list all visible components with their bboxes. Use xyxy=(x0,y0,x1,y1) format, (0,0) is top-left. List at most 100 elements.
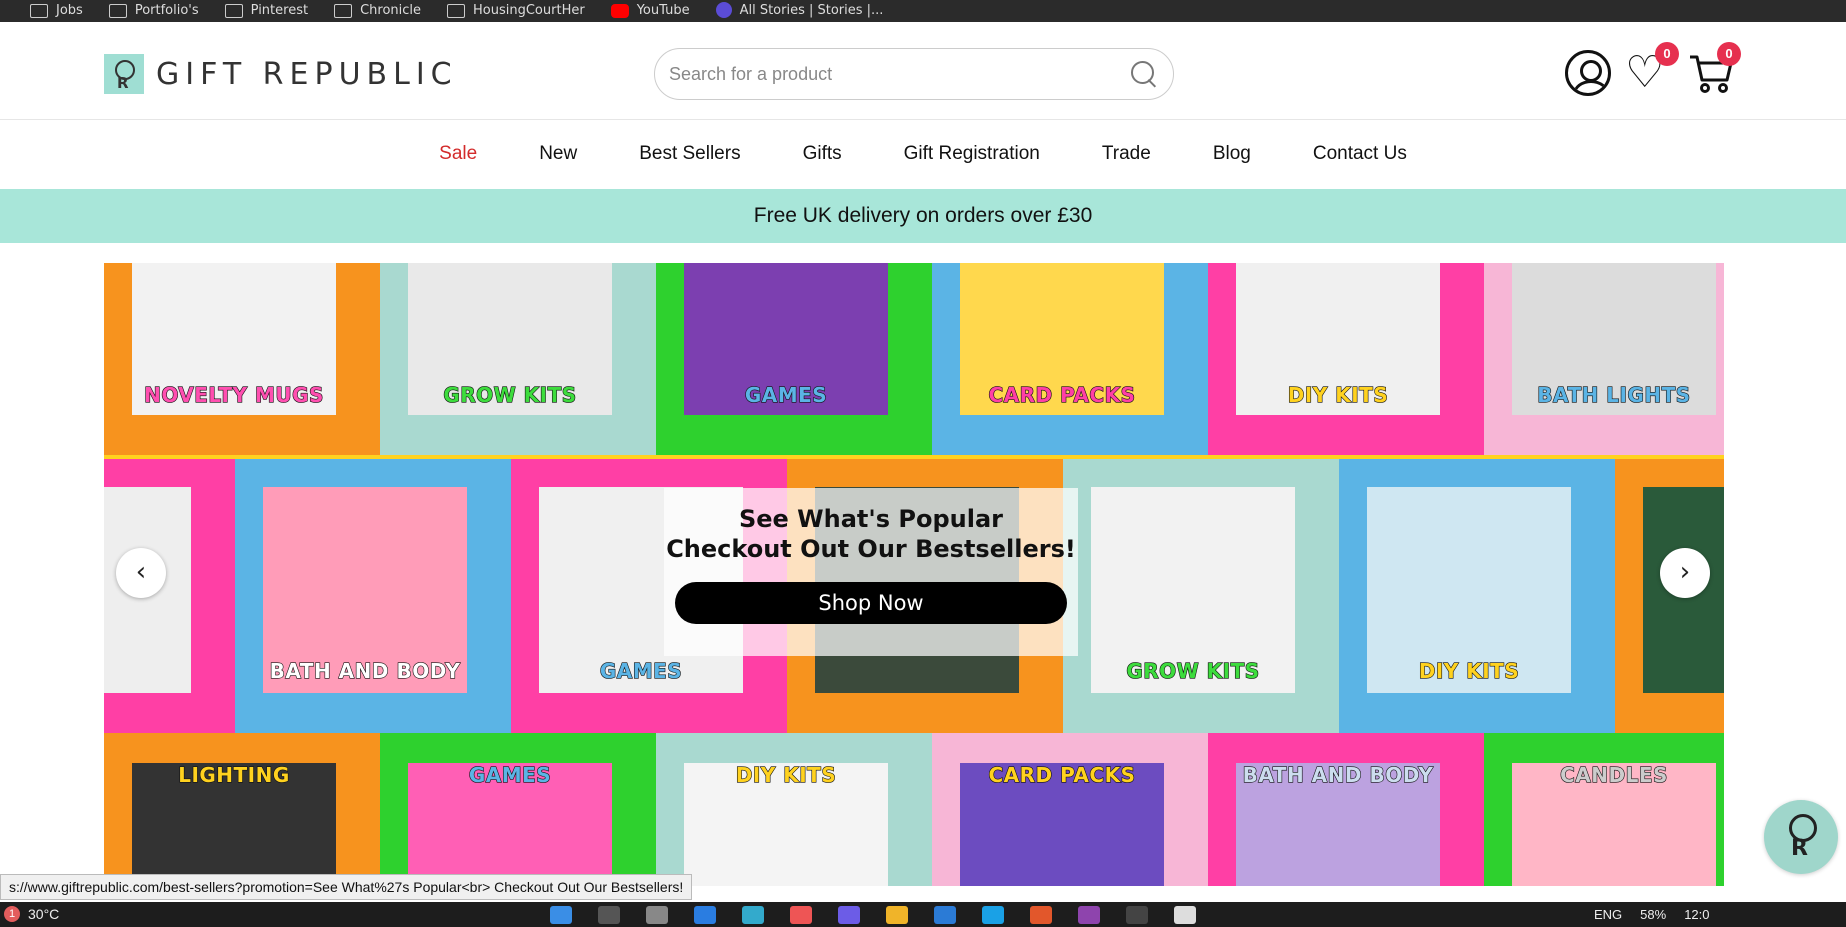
category-tile[interactable] xyxy=(104,459,235,737)
nav-item-contact-us[interactable]: Contact Us xyxy=(1282,143,1438,165)
category-tile[interactable]: GAMES xyxy=(380,733,656,886)
category-tile[interactable]: CARD PACKS xyxy=(932,733,1208,886)
store-icon[interactable] xyxy=(694,906,716,924)
nav-item-best-sellers[interactable]: Best Sellers xyxy=(608,143,771,165)
nav-item-sale[interactable]: Sale xyxy=(408,143,508,165)
folder-icon xyxy=(447,3,466,18)
category-tile-label: DIY KITS xyxy=(1418,658,1520,683)
bookmarks-bar: Jobs Portfolio's Pinterest Chronicle Hou… xyxy=(0,0,1846,22)
category-tile[interactable]: DIY KITS xyxy=(656,733,932,886)
slack-icon[interactable] xyxy=(742,906,764,924)
main-nav: Sale New Best Sellers Gifts Gift Registr… xyxy=(0,120,1846,188)
language-indicator[interactable]: ENG xyxy=(1594,907,1622,922)
header-icons: ♡ 0 0 xyxy=(1565,42,1741,96)
cart-count-badge: 0 xyxy=(1717,42,1741,66)
shop-now-button[interactable]: Shop Now xyxy=(675,582,1067,624)
nav-item-trade[interactable]: Trade xyxy=(1071,143,1182,165)
nav-item-new[interactable]: New xyxy=(508,143,608,165)
terminal-icon[interactable] xyxy=(1126,906,1148,924)
category-tile[interactable]: NOVELTY MUGS xyxy=(104,263,380,455)
category-tile-label: BATH AND BODY xyxy=(1242,762,1434,787)
hero-cta-title-line2: Checkout Out Our Bestsellers! xyxy=(666,535,1076,563)
taskbar-apps xyxy=(550,906,1196,924)
bookmark-chronicle[interactable]: Chronicle xyxy=(334,3,421,18)
folder-icon[interactable] xyxy=(886,906,908,924)
promo-banner: Free UK delivery on orders over £30 xyxy=(0,189,1846,243)
hero-carousel[interactable]: NOVELTY MUGS GROW KITS GAMES CARD PACKS DIY … xyxy=(104,263,1724,886)
category-tile-label: BATH AND BODY xyxy=(269,658,461,683)
hero-cta-title-line1: See What's Popular xyxy=(738,505,1003,533)
category-tile[interactable]: GROW KITS xyxy=(1063,459,1339,737)
category-tile-label: CARD PACKS xyxy=(988,762,1136,787)
os-taskbar: 1 30°C ENG 58% 12:0 xyxy=(0,902,1846,927)
chevron-left-icon: ‹ xyxy=(135,557,147,587)
vscode-icon[interactable] xyxy=(934,906,956,924)
youtube-icon xyxy=(610,3,629,18)
status-url-tooltip: s://www.giftrepublic.com/best-sellers?pr… xyxy=(0,874,693,900)
chevron-right-icon: › xyxy=(1679,557,1691,587)
nav-item-gifts[interactable]: Gifts xyxy=(772,143,873,165)
category-tile[interactable]: BATH AND BODY xyxy=(1208,733,1484,886)
category-tile[interactable]: LIGHTING xyxy=(104,733,380,886)
category-tile-label: CANDLES xyxy=(1559,762,1668,787)
search-icon[interactable] xyxy=(598,906,620,924)
cart-button[interactable]: 0 xyxy=(1687,42,1741,96)
taskbar-tray: ENG 58% 12:0 xyxy=(1594,907,1710,922)
task-view-icon[interactable] xyxy=(646,906,668,924)
category-tile[interactable]: GAMES xyxy=(656,263,932,455)
chat-widget-button[interactable] xyxy=(1764,800,1838,874)
folder-icon xyxy=(108,3,127,18)
battery-indicator[interactable]: 58% xyxy=(1640,907,1666,922)
category-tile[interactable]: BATH AND BODY xyxy=(235,459,511,737)
hero-cta-box: See What's Popular Checkout Out Our Best… xyxy=(664,488,1078,656)
bookmark-housingcourt[interactable]: HousingCourtHer xyxy=(447,3,585,18)
search-icon[interactable] xyxy=(1129,59,1159,89)
carousel-prev-button[interactable]: ‹ xyxy=(116,548,166,598)
carousel-next-button[interactable]: › xyxy=(1660,548,1710,598)
logo-text: GIFT REPUBLIC xyxy=(156,56,458,92)
wishlist-button[interactable]: ♡ 0 xyxy=(1625,42,1679,96)
category-tile-label: GAMES xyxy=(468,762,552,787)
bookmark-youtube[interactable]: YouTube xyxy=(610,3,690,18)
bookmark-stories[interactable]: All Stories | Stories |... xyxy=(715,2,883,18)
category-tile-label: BATH LIGHTS xyxy=(1537,382,1691,407)
notepad-icon[interactable] xyxy=(1174,906,1196,924)
category-tile-label: DIY KITS xyxy=(735,762,837,787)
search-bar xyxy=(654,48,1174,100)
category-tile[interactable]: DIY KITS xyxy=(1208,263,1484,455)
category-tile-label: GAMES xyxy=(744,382,828,407)
bookmark-pinterest[interactable]: Pinterest xyxy=(224,3,308,18)
taskbar-weather[interactable]: 1 30°C xyxy=(4,906,59,922)
wishlist-count-badge: 0 xyxy=(1655,42,1679,66)
calendar-icon[interactable] xyxy=(790,906,812,924)
nav-item-gift-registration[interactable]: Gift Registration xyxy=(873,143,1071,165)
account-icon[interactable] xyxy=(1565,50,1611,96)
teams-icon[interactable] xyxy=(838,906,860,924)
category-tile[interactable]: CANDLES xyxy=(1484,733,1724,886)
clock-text[interactable]: 12:0 xyxy=(1684,907,1709,922)
stories-icon xyxy=(715,2,732,18)
category-tile[interactable] xyxy=(1615,459,1724,737)
bookmark-portfolios[interactable]: Portfolio's xyxy=(108,3,199,18)
category-tile-label: GAMES xyxy=(599,658,683,683)
notification-badge: 1 xyxy=(4,906,20,922)
folder-icon xyxy=(30,3,48,18)
bookmark-jobs[interactable]: Jobs xyxy=(30,3,83,18)
category-tile[interactable]: CARD PACKS xyxy=(932,263,1208,455)
site-header: GIFT REPUBLIC ♡ 0 0 xyxy=(0,22,1846,120)
edge-icon[interactable] xyxy=(982,906,1004,924)
temperature-text: 30°C xyxy=(28,906,60,922)
start-icon[interactable] xyxy=(550,906,572,924)
brave-icon[interactable] xyxy=(1030,906,1052,924)
category-tile[interactable]: BATH LIGHTS xyxy=(1484,263,1724,455)
nav-item-blog[interactable]: Blog xyxy=(1182,143,1282,165)
visual-studio-icon[interactable] xyxy=(1078,906,1100,924)
category-tile-label: NOVELTY MUGS xyxy=(143,382,324,407)
category-tile-label: GROW KITS xyxy=(443,382,577,407)
category-tile-label: LIGHTING xyxy=(178,762,290,787)
category-tile[interactable]: DIY KITS xyxy=(1339,459,1615,737)
category-tile-label: GROW KITS xyxy=(1126,658,1260,683)
category-tile[interactable]: GROW KITS xyxy=(380,263,656,455)
search-input[interactable] xyxy=(669,63,1129,85)
site-logo[interactable]: GIFT REPUBLIC xyxy=(104,54,458,94)
